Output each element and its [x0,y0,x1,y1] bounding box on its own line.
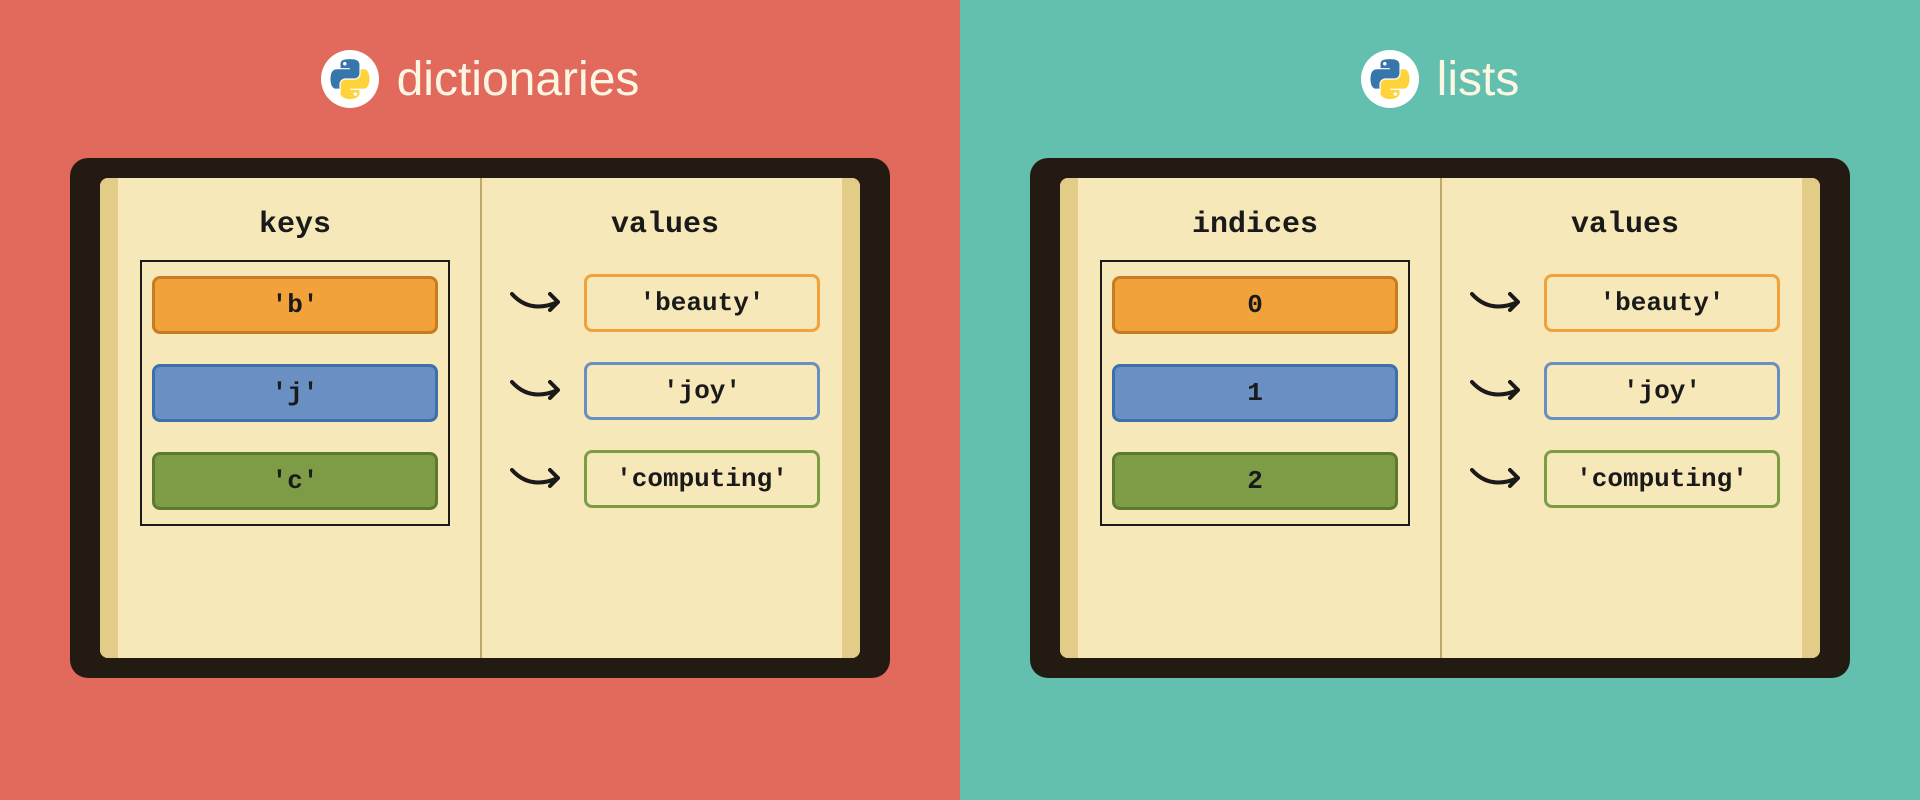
value-row: 'joy' [1470,362,1780,420]
value-pill: 'beauty' [1544,274,1780,332]
values-column: 'beauty' 'joy' 'computing' [510,260,820,522]
arrow-icon [1470,288,1530,318]
value-pill: 'beauty' [584,274,820,332]
panel-lists: lists indices 0 1 2 values [960,0,1920,800]
arrow-icon [1470,464,1530,494]
page-edge [1802,178,1820,658]
value-row: 'beauty' [510,274,820,332]
python-logo-icon [1361,50,1419,108]
index-pill: 2 [1112,452,1398,510]
page-edge [1060,178,1078,658]
title-text: lists [1437,52,1520,107]
title-text: dictionaries [397,52,640,107]
book-lists: indices 0 1 2 values 'beauty' [1030,148,1850,688]
key-pill: 'b' [152,276,438,334]
arrow-icon [510,376,570,406]
values-heading: values [510,208,820,242]
page-indices: indices 0 1 2 [1060,178,1440,658]
keys-box: 'b' 'j' 'c' [140,260,450,526]
arrow-icon [510,288,570,318]
arrow-icon [510,464,570,494]
page-keys: keys 'b' 'j' 'c' [100,178,480,658]
index-pill: 1 [1112,364,1398,422]
book-dictionaries: keys 'b' 'j' 'c' values 'beauty' [70,148,890,688]
title-dictionaries: dictionaries [321,50,640,108]
indices-box: 0 1 2 [1100,260,1410,526]
value-row: 'joy' [510,362,820,420]
values-column: 'beauty' 'joy' 'computing' [1470,260,1780,522]
arrow-icon [1470,376,1530,406]
book-spine [480,178,482,658]
key-pill: 'c' [152,452,438,510]
value-pill: 'computing' [1544,450,1780,508]
values-heading: values [1470,208,1780,242]
value-row: 'beauty' [1470,274,1780,332]
keys-heading: keys [140,208,450,242]
title-lists: lists [1361,50,1520,108]
value-row: 'computing' [510,450,820,508]
page-values: values 'beauty' 'joy' 'computing' [480,178,860,658]
page-edge [100,178,118,658]
value-pill: 'joy' [584,362,820,420]
page-edge [842,178,860,658]
value-pill: 'joy' [1544,362,1780,420]
key-pill: 'j' [152,364,438,422]
page-values: values 'beauty' 'joy' 'computing' [1440,178,1820,658]
panel-dictionaries: dictionaries keys 'b' 'j' 'c' values [0,0,960,800]
indices-heading: indices [1100,208,1410,242]
index-pill: 0 [1112,276,1398,334]
value-pill: 'computing' [584,450,820,508]
python-logo-icon [321,50,379,108]
value-row: 'computing' [1470,450,1780,508]
book-spine [1440,178,1442,658]
